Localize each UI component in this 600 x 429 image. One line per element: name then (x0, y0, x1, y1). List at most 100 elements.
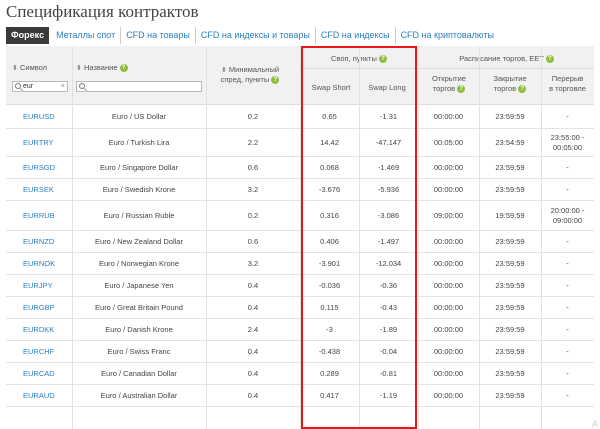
open-time: 00:00:00 (433, 324, 464, 334)
swap-short-value: -3.901 (318, 258, 341, 268)
swap-long-value: -12.034 (375, 258, 402, 268)
break-time: - (566, 280, 569, 290)
header-symbol[interactable]: ⬍ Символ (12, 63, 72, 73)
open-time: 09:00:00 (433, 210, 464, 220)
spread-value: 0.2 (247, 210, 259, 220)
header-name-label: Название (83, 63, 118, 72)
open-time: 00:00:00 (433, 184, 464, 194)
close-time: 19:59:59 (495, 210, 525, 220)
question-circle-icon[interactable]: ? (457, 85, 466, 94)
symbol-link[interactable]: EURCHF (6, 341, 72, 362)
sort-arrows-icon[interactable]: ⬍ (12, 65, 18, 72)
close-time: 23:59:59 (495, 184, 525, 194)
close-time: 23:59:59 (495, 302, 525, 312)
header-name[interactable]: ⬍ Название ? (76, 63, 206, 73)
close-time: 23:59:59 (495, 324, 525, 334)
close-time: 23:59:59 (495, 112, 525, 121)
page-title: Спецификация контрактов (6, 2, 199, 21)
close-time: 23:59:59 (495, 368, 525, 378)
clear-icon[interactable]: × (61, 82, 65, 91)
header-schedule-group-label: Расписание торгов, EET (459, 54, 544, 63)
symbol-link[interactable]: EURRUB (6, 201, 72, 230)
open-time: 00:00:00 (433, 280, 464, 290)
swap-short-value: -0.438 (318, 346, 341, 356)
swap-long-value: -47.147 (375, 137, 402, 147)
symbol-link[interactable]: EURCAD (6, 363, 72, 384)
question-circle-icon[interactable]: ? (119, 64, 128, 73)
spread-value: 2.2 (247, 137, 259, 147)
close-time: 23:59:59 (495, 280, 525, 290)
spread-value: 0.4 (247, 368, 259, 378)
header-symbol-label: Символ (19, 63, 48, 72)
open-time: 00:05:00 (433, 137, 464, 147)
header-spread-line2: спред, пункты (220, 75, 270, 84)
symbol-link[interactable]: EURSEK (6, 179, 72, 200)
spread-value: 0.4 (247, 390, 259, 400)
symbol-link[interactable]: EURAUD (6, 385, 72, 406)
close-time: 23:59:59 (495, 346, 525, 356)
swap-long-value: -0.36 (379, 280, 398, 290)
symbol-link[interactable]: EURSGD (6, 157, 72, 178)
swap-short-value: -3 (326, 324, 333, 334)
divider (418, 46, 419, 429)
spread-value: 3.2 (247, 184, 259, 194)
tab-1[interactable]: Металлы спот (51, 27, 122, 44)
spread-value: 0.4 (247, 346, 259, 356)
symbol-link[interactable]: EURNOK (6, 253, 72, 274)
swap-long-value: -1.31 (379, 112, 398, 121)
question-circle-icon[interactable]: ? (518, 85, 527, 94)
header-close-line1: Закрытие (493, 74, 527, 83)
question-circle-icon[interactable]: ? (271, 76, 280, 85)
break-time: 23:55:00 - 00:05:00 (550, 132, 585, 152)
swap-long-value: -3.086 (377, 210, 400, 220)
instrument-name: Euro / Canadian Dollar (101, 368, 177, 378)
swap-long-value: -1.497 (377, 236, 400, 246)
header-spread[interactable]: ⬍ Минимальный спред, пункты ? (210, 65, 290, 85)
instrument-name: Euro / Turkish Lira (108, 137, 170, 147)
swap-long-value: -0.81 (379, 368, 398, 378)
swap-short-value: 0.115 (320, 302, 339, 312)
swap-long-value: -0.04 (379, 346, 398, 356)
header-break-line1: Перерыв (551, 74, 584, 83)
tab-2[interactable]: CFD на товары (121, 27, 196, 44)
header-swap-long: Swap Long (368, 83, 406, 92)
header-open-line1: Открытие (432, 74, 466, 83)
break-time: - (566, 346, 569, 356)
swap-short-value: 0.316 (320, 210, 339, 220)
sort-arrows-icon[interactable]: ⬍ (221, 67, 227, 74)
symbol-link[interactable]: EURUSD (6, 106, 72, 128)
open-time: 00:00:00 (433, 302, 464, 312)
swap-short-value: -3.676 (318, 184, 341, 194)
symbol-link[interactable]: EURGBP (6, 297, 72, 318)
symbol-link[interactable]: EURTRY (6, 129, 72, 156)
header-schedule-group: Расписание торгов, EET ? (419, 54, 594, 64)
break-time: - (566, 162, 569, 172)
tab-3[interactable]: CFD на индексы и товары (196, 27, 316, 44)
divider (479, 46, 480, 429)
break-time: 20:00:00 - 09:00:00 (550, 205, 585, 225)
name-filter-input[interactable] (76, 81, 202, 92)
tab-5[interactable]: CFD на криптовалюты (396, 27, 499, 44)
symbol-link[interactable]: EURNZD (6, 231, 72, 252)
symbol-filter-input[interactable]: eur × (12, 81, 68, 92)
spread-value: 0.2 (247, 112, 259, 121)
symbol-filter-value: eur (23, 83, 34, 90)
close-time: 23:59:59 (495, 390, 525, 400)
open-time: 00:00:00 (433, 390, 464, 400)
symbol-link[interactable]: EURJPY (6, 275, 72, 296)
open-time: 00:00:00 (433, 112, 464, 121)
divider (359, 46, 360, 429)
open-time: 00:00:00 (433, 236, 464, 246)
symbol-link[interactable]: EURDKK (6, 319, 72, 340)
question-circle-icon[interactable]: ? (545, 55, 554, 64)
sort-arrows-icon[interactable]: ⬍ (76, 65, 82, 72)
instrument-name: Euro / Australian Dollar (100, 390, 178, 400)
swap-long-value: -1.19 (379, 390, 398, 400)
tab-0[interactable]: Форекс (6, 27, 50, 44)
instrument-name: Euro / US Dollar (111, 112, 167, 121)
open-time: 00:00:00 (433, 162, 464, 172)
swap-long-value: -1.469 (377, 162, 400, 172)
question-circle-icon[interactable]: ? (378, 55, 387, 64)
tab-4[interactable]: CFD на индексы (316, 27, 396, 44)
swap-short-value: 0.65 (322, 112, 337, 121)
